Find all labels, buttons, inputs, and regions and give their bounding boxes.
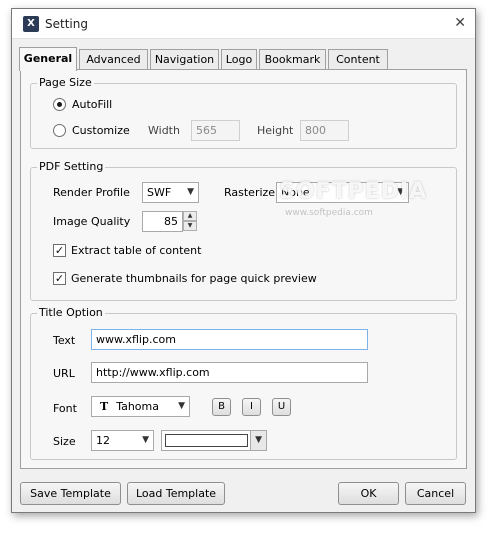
ok-button[interactable]: OK (338, 482, 399, 505)
color-swatch (165, 434, 248, 447)
chevron-down-icon: ▼ (142, 435, 149, 445)
url-label: URL (53, 367, 75, 380)
pdf-setting-title: PDF Setting (37, 160, 106, 173)
height-input[interactable]: 800 (300, 120, 349, 141)
load-template-button[interactable]: Load Template (127, 482, 225, 505)
italic-button[interactable]: I (242, 398, 261, 416)
close-icon[interactable]: ✕ (454, 15, 466, 31)
render-profile-label: Render Profile (53, 186, 130, 199)
extract-toc-label: Extract table of content (71, 244, 202, 257)
size-label: Size (53, 435, 76, 448)
color-select[interactable]: ▼ (161, 430, 267, 451)
image-quality-input[interactable]: 85 (142, 211, 183, 232)
url-input[interactable]: http://www.xflip.com (91, 362, 368, 383)
tab-content[interactable]: Content (328, 49, 388, 70)
softpedia-watermark: SOFTPEDIA (279, 179, 428, 204)
customize-radio[interactable] (53, 124, 66, 137)
title-text-input[interactable]: www.xflip.com (91, 329, 368, 350)
chevron-down-icon: ▼ (178, 401, 185, 411)
font-type-icon: T (100, 400, 109, 413)
setting-dialog: X Setting ✕ General Advanced Navigation … (11, 8, 476, 513)
tab-advanced[interactable]: Advanced (79, 49, 148, 70)
text-label: Text (53, 334, 76, 347)
autofill-label: AutoFill (72, 98, 113, 111)
title-option-group: Title Option Text www.xflip.com URL http… (30, 306, 457, 460)
tab-general[interactable]: General (19, 47, 77, 71)
chevron-down-icon: ▼ (187, 187, 194, 197)
render-profile-select[interactable]: SWF ▼ (142, 182, 199, 203)
image-quality-label: Image Quality (53, 215, 131, 228)
width-label: Width (148, 124, 180, 137)
title-option-title: Title Option (37, 306, 105, 319)
customize-label: Customize (72, 124, 130, 137)
spin-up-icon[interactable]: ▲ (183, 211, 197, 221)
thumbnails-label: Generate thumbnails for page quick previ… (71, 272, 317, 285)
tab-navigation[interactable]: Navigation (150, 49, 219, 70)
softpedia-url: www.softpedia.com (285, 208, 373, 218)
window-title: Setting (45, 17, 88, 31)
size-value: 12 (96, 434, 110, 447)
page-size-title: Page Size (37, 76, 94, 89)
extract-toc-checkbox[interactable]: ✓ (53, 244, 66, 257)
font-value: Tahoma (116, 400, 159, 413)
page-size-group: Page Size AutoFill Customize Width 565 H… (30, 76, 457, 149)
chevron-down-icon: ▼ (255, 435, 262, 445)
size-select[interactable]: 12 ▼ (91, 430, 154, 451)
spin-down-icon[interactable]: ▼ (183, 221, 197, 231)
render-profile-value: SWF (147, 186, 172, 199)
save-template-button[interactable]: Save Template (20, 482, 121, 505)
thumbnails-checkbox[interactable]: ✓ (53, 272, 66, 285)
rasterize-label: Rasterize (224, 186, 276, 199)
font-select[interactable]: T Tahoma ▼ (91, 396, 190, 417)
bold-button[interactable]: B (212, 398, 231, 416)
app-icon: X (23, 16, 39, 32)
title-bar: X Setting ✕ (12, 9, 475, 39)
height-label: Height (257, 124, 294, 137)
tab-logo[interactable]: Logo (221, 49, 257, 70)
general-panel: Page Size AutoFill Customize Width 565 H… (20, 69, 467, 469)
cancel-button[interactable]: Cancel (405, 482, 466, 505)
underline-button[interactable]: U (272, 398, 291, 416)
width-input[interactable]: 565 (191, 120, 240, 141)
autofill-radio[interactable] (53, 98, 66, 111)
tab-bookmark[interactable]: Bookmark (259, 49, 326, 70)
font-label: Font (53, 402, 77, 415)
